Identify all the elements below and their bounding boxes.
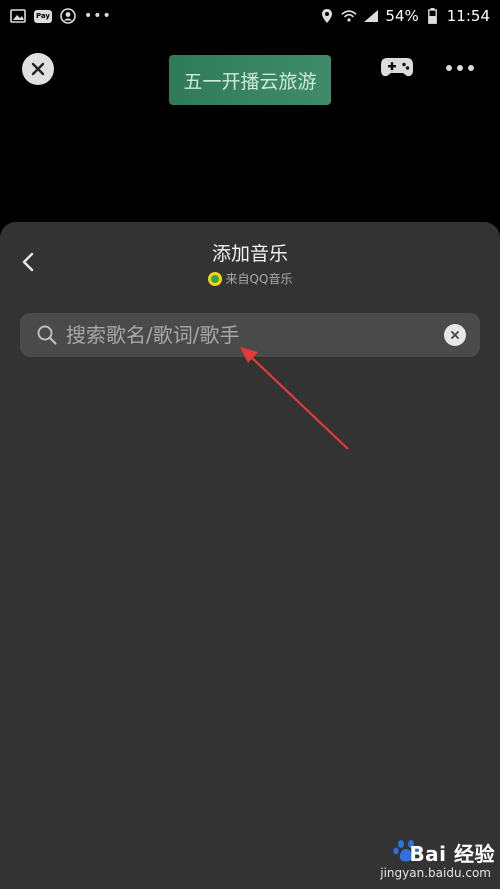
qq-music-icon: [207, 271, 222, 286]
watermark-brand: Bai 经验: [409, 842, 495, 866]
gamepad-icon: [381, 58, 413, 77]
clear-icon: [451, 331, 459, 339]
image-notification-icon: [10, 9, 26, 23]
music-source-label: 来自QQ音乐: [225, 272, 293, 286]
account-notification-icon: [60, 8, 76, 24]
watermark: Bai 经验 jingyan.baidu.com: [355, 838, 495, 884]
game-button[interactable]: [379, 56, 415, 82]
more-options-button[interactable]: [446, 60, 478, 76]
more-dot-icon: [446, 65, 452, 71]
more-notifications-icon: •••: [84, 8, 112, 24]
close-button[interactable]: [22, 53, 54, 85]
battery-percent: 54%: [385, 7, 419, 25]
clear-search-button[interactable]: [444, 324, 466, 346]
search-icon: [37, 325, 57, 345]
wifi-icon: [341, 9, 358, 23]
close-icon: [31, 62, 45, 76]
music-source: 来自QQ音乐: [0, 270, 500, 287]
clock: 11:54: [446, 7, 490, 25]
pay-notification-icon: Pay: [34, 9, 52, 23]
location-icon: [319, 9, 335, 23]
battery-icon: [425, 8, 441, 24]
live-title-chip[interactable]: 五一开播云旅游: [169, 55, 331, 105]
search-bar[interactable]: [20, 313, 480, 357]
sheet-title: 添加音乐: [211, 243, 288, 265]
add-music-sheet: 添加音乐 来自QQ音乐: [0, 222, 500, 889]
more-dot-icon: [468, 65, 474, 71]
watermark-url: jingyan.baidu.com: [380, 866, 491, 880]
status-bar: Pay ••• 54% 11:54: [0, 0, 500, 32]
cellular-signal-icon: [363, 9, 379, 23]
more-dot-icon: [457, 65, 463, 71]
search-input[interactable]: [66, 323, 444, 347]
